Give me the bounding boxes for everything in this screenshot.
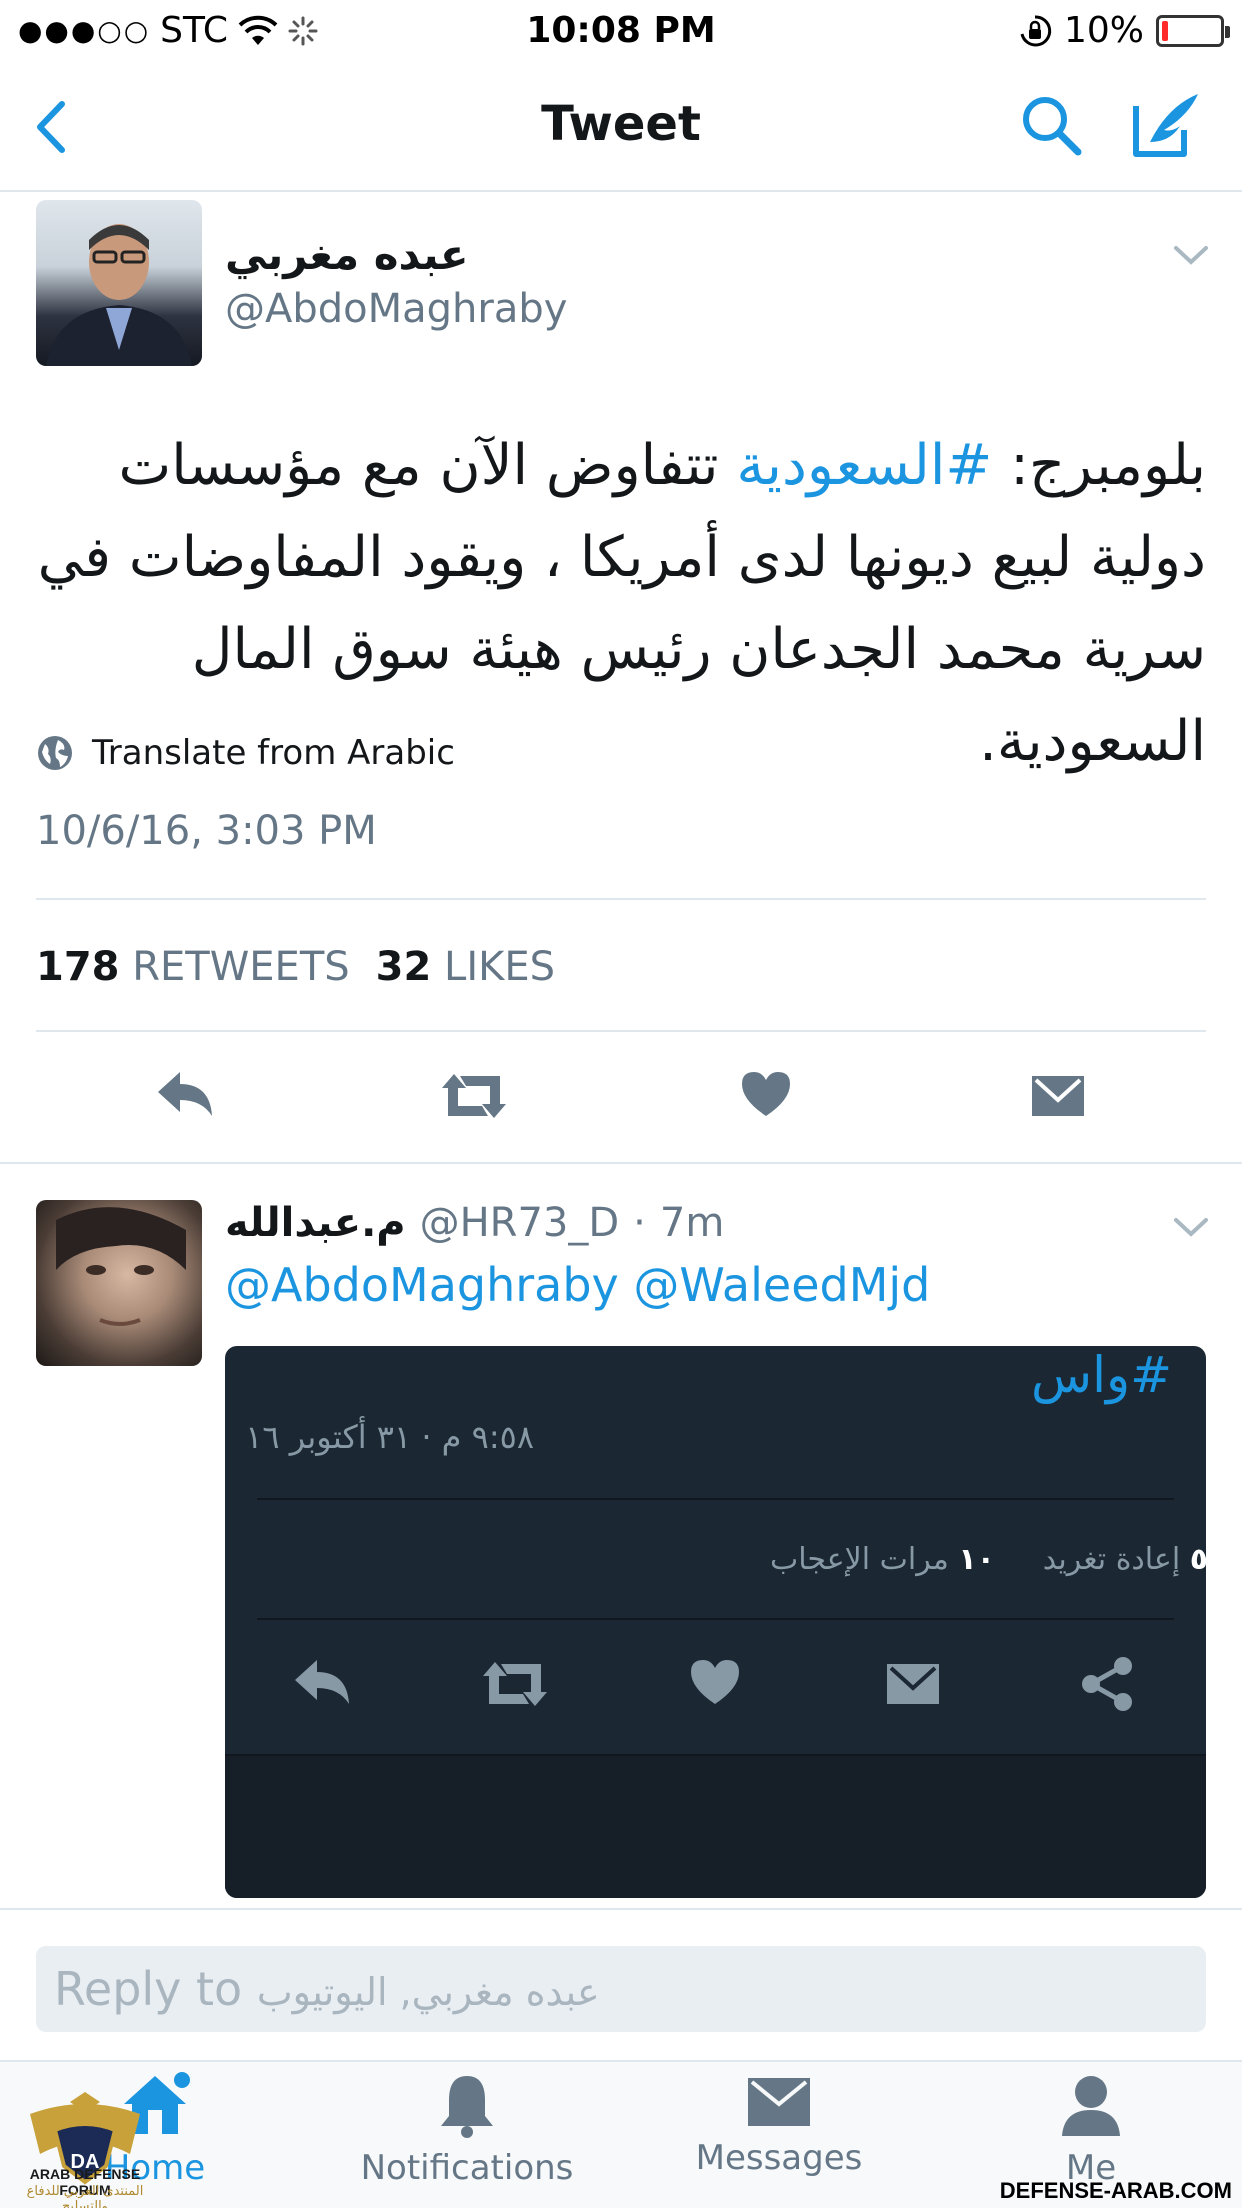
reply-author-handle[interactable]: @HR73_D (420, 1200, 620, 1246)
like-icon[interactable] (738, 1068, 794, 1120)
tweet-text-prefix: بلومبرج: (992, 433, 1206, 498)
image-date: ٩:٥٨ م · ٣١ أكتوبر ١٦ (245, 1418, 534, 1456)
reply-icon[interactable] (154, 1068, 218, 1124)
reply-header: م.عبدالله @HR73_D · 7m (225, 1200, 724, 1246)
likes-stat[interactable]: 32 LIKES (376, 944, 555, 990)
section-separator (0, 1908, 1242, 1910)
reply-author-avatar[interactable] (36, 1200, 202, 1366)
retweet-icon (483, 1662, 547, 1706)
reply-attached-image[interactable]: #واس ٩:٥٨ م · ٣١ أكتوبر ١٦ ٥٥ إعادة تغري… (225, 1346, 1206, 1898)
image-hashtag: #واس (1031, 1346, 1172, 1404)
tweet-author-handle[interactable]: @AbdoMaghraby (225, 286, 567, 332)
translate-link[interactable]: Translate from Arabic (36, 733, 455, 773)
envelope-icon (748, 2078, 810, 2126)
image-likes-label: مرات الإعجاب (770, 1542, 949, 1577)
battery-icon (1156, 14, 1230, 47)
image-retweets-count: ٥٥ (1189, 1542, 1206, 1577)
watermark-site: DEFENSE-ARAB.COM (999, 2178, 1232, 2203)
avatar-photo (56, 1207, 186, 1326)
tab-messages-label: Messages (695, 2138, 863, 2178)
battery-level-fill (1162, 20, 1168, 41)
retweets-label: RETWEETS (132, 944, 350, 990)
tab-messages[interactable]: Messages (654, 2072, 904, 2178)
avatar-photo (46, 224, 192, 366)
reply-mentions[interactable]: @AbdoMaghraby @WaleedMjd (225, 1258, 930, 1312)
tweet-timestamp: 10/6/16, 3:03 PM (36, 808, 377, 854)
tab-me[interactable]: Me (966, 2072, 1216, 2188)
person-icon (1062, 2076, 1120, 2136)
section-separator (0, 1162, 1242, 1164)
translate-label[interactable]: Translate from Arabic (92, 733, 455, 773)
battery-percent: 10% (1063, 10, 1144, 51)
reply-icon (295, 1660, 349, 1704)
search-icon[interactable] (1016, 90, 1086, 160)
image-likes-count: ١٠ (958, 1542, 995, 1577)
tab-notifications-label: Notifications (360, 2148, 574, 2188)
likes-count: 32 (375, 944, 432, 990)
share-icon (1082, 1657, 1132, 1711)
chevron-down-icon[interactable] (1172, 1212, 1210, 1242)
reply-author-name[interactable]: م.عبدالله (225, 1200, 406, 1246)
status-bar: ●●●○○ STC 10:08 PM 10% (0, 0, 1242, 62)
navigation-bar: Tweet (0, 62, 1242, 192)
compose-icon[interactable] (1128, 86, 1204, 162)
direct-message-icon (887, 1664, 939, 1704)
hashtag-link[interactable]: #السعودية (736, 433, 992, 498)
chevron-down-icon[interactable] (1172, 240, 1210, 270)
globe-icon (38, 736, 72, 770)
tab-notifications[interactable]: Notifications (342, 2072, 592, 2188)
tweet-author-name[interactable]: عبده مغربي (225, 230, 469, 279)
tweet-author-avatar[interactable] (36, 200, 202, 366)
tweet-stats: 178 RETWEETS 32 LIKES (36, 944, 555, 990)
image-stats: ٥٥ إعادة تغريد ١٠ مرات الإعجاب (770, 1542, 1206, 1577)
image-divider (257, 1498, 1174, 1500)
reply-time: 7m (659, 1200, 725, 1246)
separator-dot: · (633, 1200, 646, 1246)
image-bottom-area (225, 1754, 1206, 1898)
like-icon (691, 1660, 739, 1704)
retweets-count: 178 (36, 944, 120, 990)
retweet-icon[interactable] (438, 1070, 510, 1122)
image-divider (257, 1618, 1174, 1620)
bell-icon (441, 2076, 493, 2138)
divider (36, 1030, 1206, 1032)
reply-placeholder-prefix: Reply to (54, 1962, 243, 2016)
retweets-stat[interactable]: 178 RETWEETS (36, 944, 350, 990)
status-right: 10% (1018, 10, 1230, 51)
likes-label: LIKES (444, 944, 556, 990)
image-retweets-label: إعادة تغريد (1042, 1542, 1181, 1577)
divider (36, 898, 1206, 900)
rotation-lock-icon (1020, 14, 1052, 46)
reply-placeholder-recipients: عبده مغربي, اليوتيوب (256, 1970, 600, 2014)
logo-subtext: المنتدى العربي للدفاع والتسليح (26, 2184, 144, 2208)
direct-message-icon[interactable] (1030, 1072, 1086, 1120)
reply-placeholder[interactable]: Reply to عبده مغربي, اليوتيوب (54, 1962, 600, 2016)
